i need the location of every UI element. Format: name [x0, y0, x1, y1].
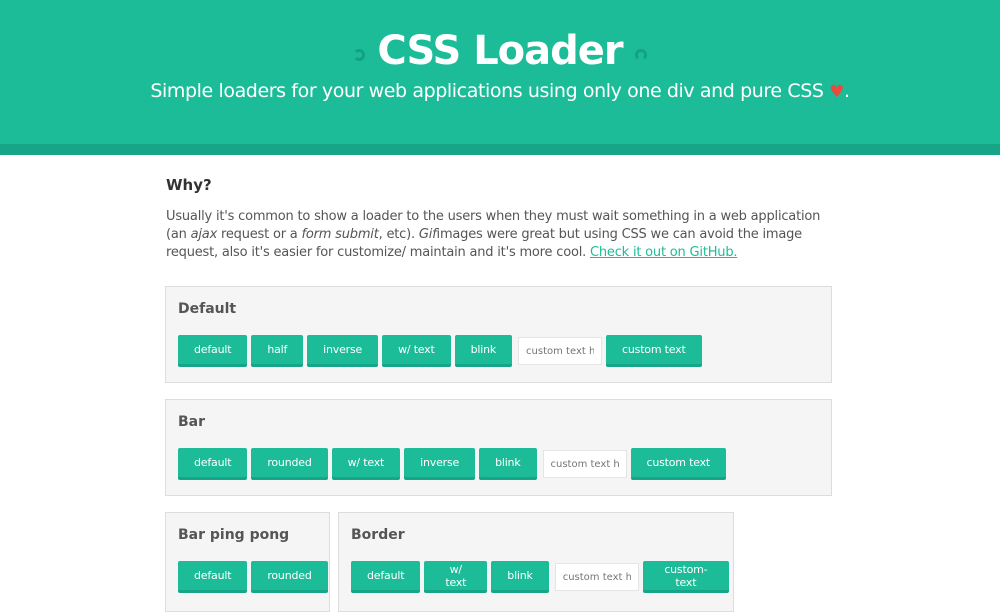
- border-with-text-button[interactable]: w/ text: [424, 561, 488, 593]
- default-custom-text-input[interactable]: [518, 337, 603, 365]
- intro-text-2: request or a: [217, 227, 302, 242]
- default-inverse-button[interactable]: inverse: [307, 335, 379, 367]
- panel-title-default: Default: [178, 301, 237, 317]
- bar-rounded-button[interactable]: rounded: [251, 448, 328, 480]
- bar-with-text-button[interactable]: w/ text: [331, 448, 401, 480]
- border-custom-text-button[interactable]: custom-text: [642, 561, 729, 593]
- ping-pong-default-button[interactable]: default: [178, 561, 248, 593]
- bar-custom-text-button[interactable]: custom text: [630, 448, 727, 480]
- default-blink-button[interactable]: blink: [454, 335, 513, 367]
- border-default-button[interactable]: default: [351, 561, 421, 593]
- intro-section: Why? Usually it's common to show a loade…: [166, 176, 832, 262]
- title-row: CSS Loader: [0, 28, 1000, 74]
- github-link[interactable]: Check it out on GitHub.: [590, 245, 737, 260]
- intro-ajax: ajax: [190, 227, 218, 242]
- heart-icon: ♥: [829, 82, 844, 102]
- intro-text-3: , etc).: [378, 227, 419, 242]
- spinner-left-icon: [353, 49, 366, 61]
- subtitle-text: Simple loaders for your web applications…: [150, 80, 824, 102]
- spinner-right-icon: [634, 49, 647, 61]
- header-stripe: [0, 144, 1000, 155]
- bar-blink-button[interactable]: blink: [479, 448, 537, 480]
- bar-default-button[interactable]: default: [178, 448, 248, 480]
- panel-title-bar-ping-pong: Bar ping pong: [178, 527, 290, 543]
- bar-inverse-button[interactable]: inverse: [404, 448, 476, 480]
- default-with-text-button[interactable]: w/ text: [382, 335, 451, 367]
- page-subtitle: Simple loaders for your web applications…: [0, 80, 1000, 102]
- button-row-bar-ping-pong: default rounded: [178, 561, 332, 593]
- bar-custom-text-input[interactable]: [542, 450, 627, 478]
- intro-paragraph: Usually it's common to show a loader to …: [166, 208, 832, 262]
- panel-title-bar: Bar: [178, 414, 206, 430]
- subtitle-period: .: [844, 80, 850, 102]
- panel-title-border: Border: [351, 527, 405, 543]
- panel-border: Border default w/ text blink custom-text: [338, 512, 734, 612]
- border-blink-button[interactable]: blink: [491, 561, 549, 593]
- panel-default: Default default half inverse w/ text bli…: [165, 286, 832, 383]
- page-title: CSS Loader: [377, 28, 623, 74]
- default-default-button[interactable]: default: [178, 335, 248, 367]
- border-custom-text-input[interactable]: [554, 563, 639, 591]
- button-row-bar: default rounded w/ text inverse blink cu…: [178, 448, 730, 480]
- intro-form-submit: form submit: [301, 227, 379, 242]
- button-row-border: default w/ text blink custom-text: [351, 561, 733, 593]
- default-custom-text-button[interactable]: custom text: [606, 335, 702, 367]
- button-row-default: default half inverse w/ text blink custo…: [178, 335, 706, 367]
- intro-gif: Gif: [418, 227, 437, 242]
- panel-bar-ping-pong: Bar ping pong default rounded: [165, 512, 330, 612]
- default-half-button[interactable]: half: [251, 335, 304, 367]
- panel-bar: Bar default rounded w/ text inverse blin…: [165, 399, 832, 496]
- ping-pong-rounded-button[interactable]: rounded: [251, 561, 328, 593]
- why-heading: Why?: [166, 176, 212, 194]
